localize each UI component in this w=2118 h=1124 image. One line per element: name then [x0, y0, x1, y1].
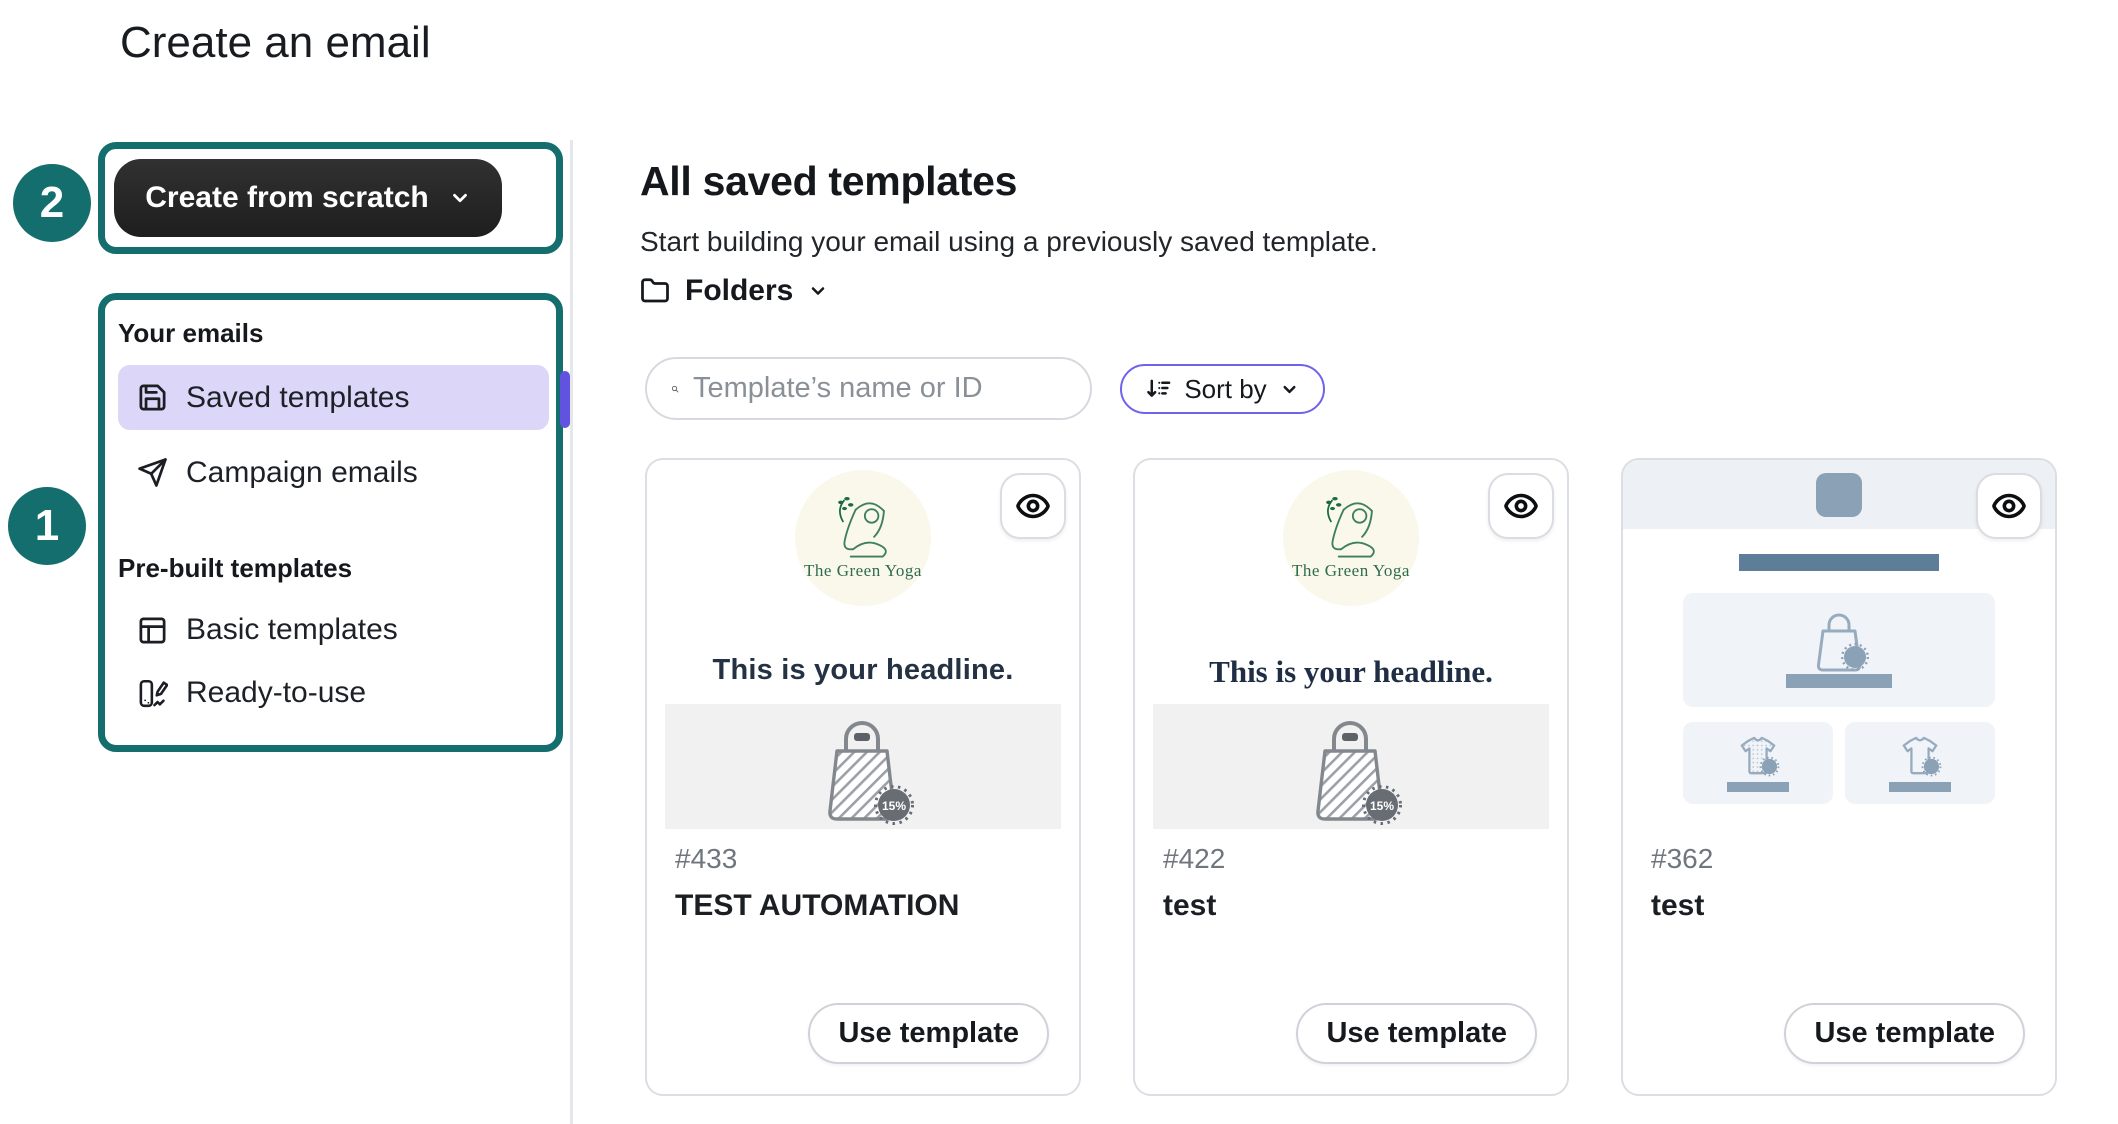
tshirt-badge-icon: [1895, 735, 1945, 777]
skeleton-headline-bar: [1739, 554, 1939, 571]
template-pencil-icon: [137, 678, 168, 709]
template-card: The Green Yoga This is your headline. 15…: [645, 458, 1081, 1096]
discount-badge-text: 15%: [1370, 799, 1394, 813]
shopping-bag-badge-icon: [1807, 612, 1871, 674]
sidebar-item-ready-to-use[interactable]: Ready-to-use: [118, 663, 549, 723]
folders-dropdown[interactable]: Folders: [640, 274, 828, 308]
search-input[interactable]: [693, 372, 1070, 405]
sidebar-item-basic-templates[interactable]: Basic templates: [118, 600, 549, 660]
shopping-bag-discount-icon: 15%: [811, 717, 915, 829]
template-id: #422: [1163, 843, 1225, 875]
template-id: #362: [1651, 843, 1713, 875]
yoga-figure-illustration: [826, 495, 900, 559]
annotation-badge-2: 2: [13, 164, 91, 242]
skeleton-text-bar: [1727, 782, 1789, 792]
brand-logo-text: The Green Yoga: [1292, 561, 1410, 581]
sidebar-item-label: Ready-to-use: [186, 676, 366, 710]
sort-icon: [1146, 377, 1171, 402]
preview-product-image: 15%: [1153, 704, 1549, 829]
template-name: test: [1651, 889, 1713, 923]
annotation-box-create-button: Create from scratch: [98, 142, 563, 254]
sort-by-label: Sort by: [1184, 374, 1266, 405]
skeleton-product-panel: [1683, 593, 1995, 707]
create-from-scratch-label: Create from scratch: [145, 181, 428, 215]
preview-eye-button[interactable]: [1976, 473, 2042, 539]
template-card: #362 test Use template: [1621, 458, 2057, 1096]
send-icon: [137, 457, 168, 488]
your-emails-header: Your emails: [118, 318, 556, 348]
search-icon: [671, 375, 679, 403]
annotation-badge-1: 1: [8, 487, 86, 565]
skeleton-logo-placeholder: [1816, 473, 1862, 517]
sort-by-button[interactable]: Sort by: [1120, 364, 1325, 414]
preview-eye-button[interactable]: [1488, 473, 1554, 539]
page-title: Create an email: [120, 18, 431, 68]
chevron-down-icon: [1280, 380, 1299, 399]
preview-product-image: 15%: [665, 704, 1061, 829]
create-from-scratch-button[interactable]: Create from scratch: [114, 159, 502, 237]
brand-logo: The Green Yoga: [795, 470, 931, 606]
section-heading: All saved templates: [640, 158, 1017, 205]
skeleton-text-bar: [1889, 782, 1951, 792]
template-name: TEST AUTOMATION: [675, 889, 959, 923]
section-subheading: Start building your email using a previo…: [640, 226, 1378, 258]
discount-badge-text: 15%: [882, 799, 906, 813]
sidebar-item-saved-templates[interactable]: Saved templates: [118, 365, 549, 430]
folder-icon: [640, 276, 670, 306]
card-meta: #433 TEST AUTOMATION: [675, 843, 959, 923]
template-id: #433: [675, 843, 959, 875]
card-meta: #422 test: [1163, 843, 1225, 923]
sidebar-item-campaign-emails[interactable]: Campaign emails: [118, 440, 549, 505]
template-search: [645, 357, 1092, 420]
preview-headline: This is your headline.: [1135, 654, 1567, 690]
sidebar-item-label: Basic templates: [186, 613, 398, 647]
chevron-down-icon: [449, 187, 471, 209]
chevron-down-icon: [808, 281, 828, 301]
sidebar-item-label: Saved templates: [186, 381, 409, 415]
prebuilt-templates-header: Pre-built templates: [118, 553, 556, 583]
use-template-button[interactable]: Use template: [808, 1003, 1049, 1064]
preview-eye-button[interactable]: [1000, 473, 1066, 539]
preview-headline: This is your headline.: [647, 654, 1079, 690]
template-card: The Green Yoga This is your headline. 15…: [1133, 458, 1569, 1096]
template-name: test: [1163, 889, 1225, 923]
eye-icon: [1991, 488, 2027, 524]
yoga-figure-illustration: [1314, 495, 1388, 559]
annotation-box-sidebar-menu: Your emails Saved templates Campaign ema…: [98, 293, 563, 752]
create-email-page: Create an email 2 1 Create from scratch …: [0, 0, 2118, 1124]
save-icon: [137, 382, 168, 413]
use-template-button[interactable]: Use template: [1296, 1003, 1537, 1064]
skeleton-product-tile: [1845, 722, 1995, 804]
skeleton-text-bar: [1786, 674, 1892, 688]
skeleton-product-row: [1623, 722, 2055, 804]
card-meta: #362 test: [1651, 843, 1713, 923]
shopping-bag-discount-icon: 15%: [1299, 717, 1403, 829]
tshirt-badge-icon: [1733, 735, 1783, 777]
folders-label: Folders: [685, 274, 793, 308]
use-template-button[interactable]: Use template: [1784, 1003, 2025, 1064]
sidebar-divider: [570, 140, 573, 1124]
active-section-indicator: [560, 371, 570, 428]
eye-icon: [1503, 488, 1539, 524]
skeleton-product-tile: [1683, 722, 1833, 804]
brand-logo: The Green Yoga: [1283, 470, 1419, 606]
layout-icon: [137, 615, 168, 646]
eye-icon: [1015, 488, 1051, 524]
brand-logo-text: The Green Yoga: [804, 561, 922, 581]
sidebar-item-label: Campaign emails: [186, 456, 418, 490]
